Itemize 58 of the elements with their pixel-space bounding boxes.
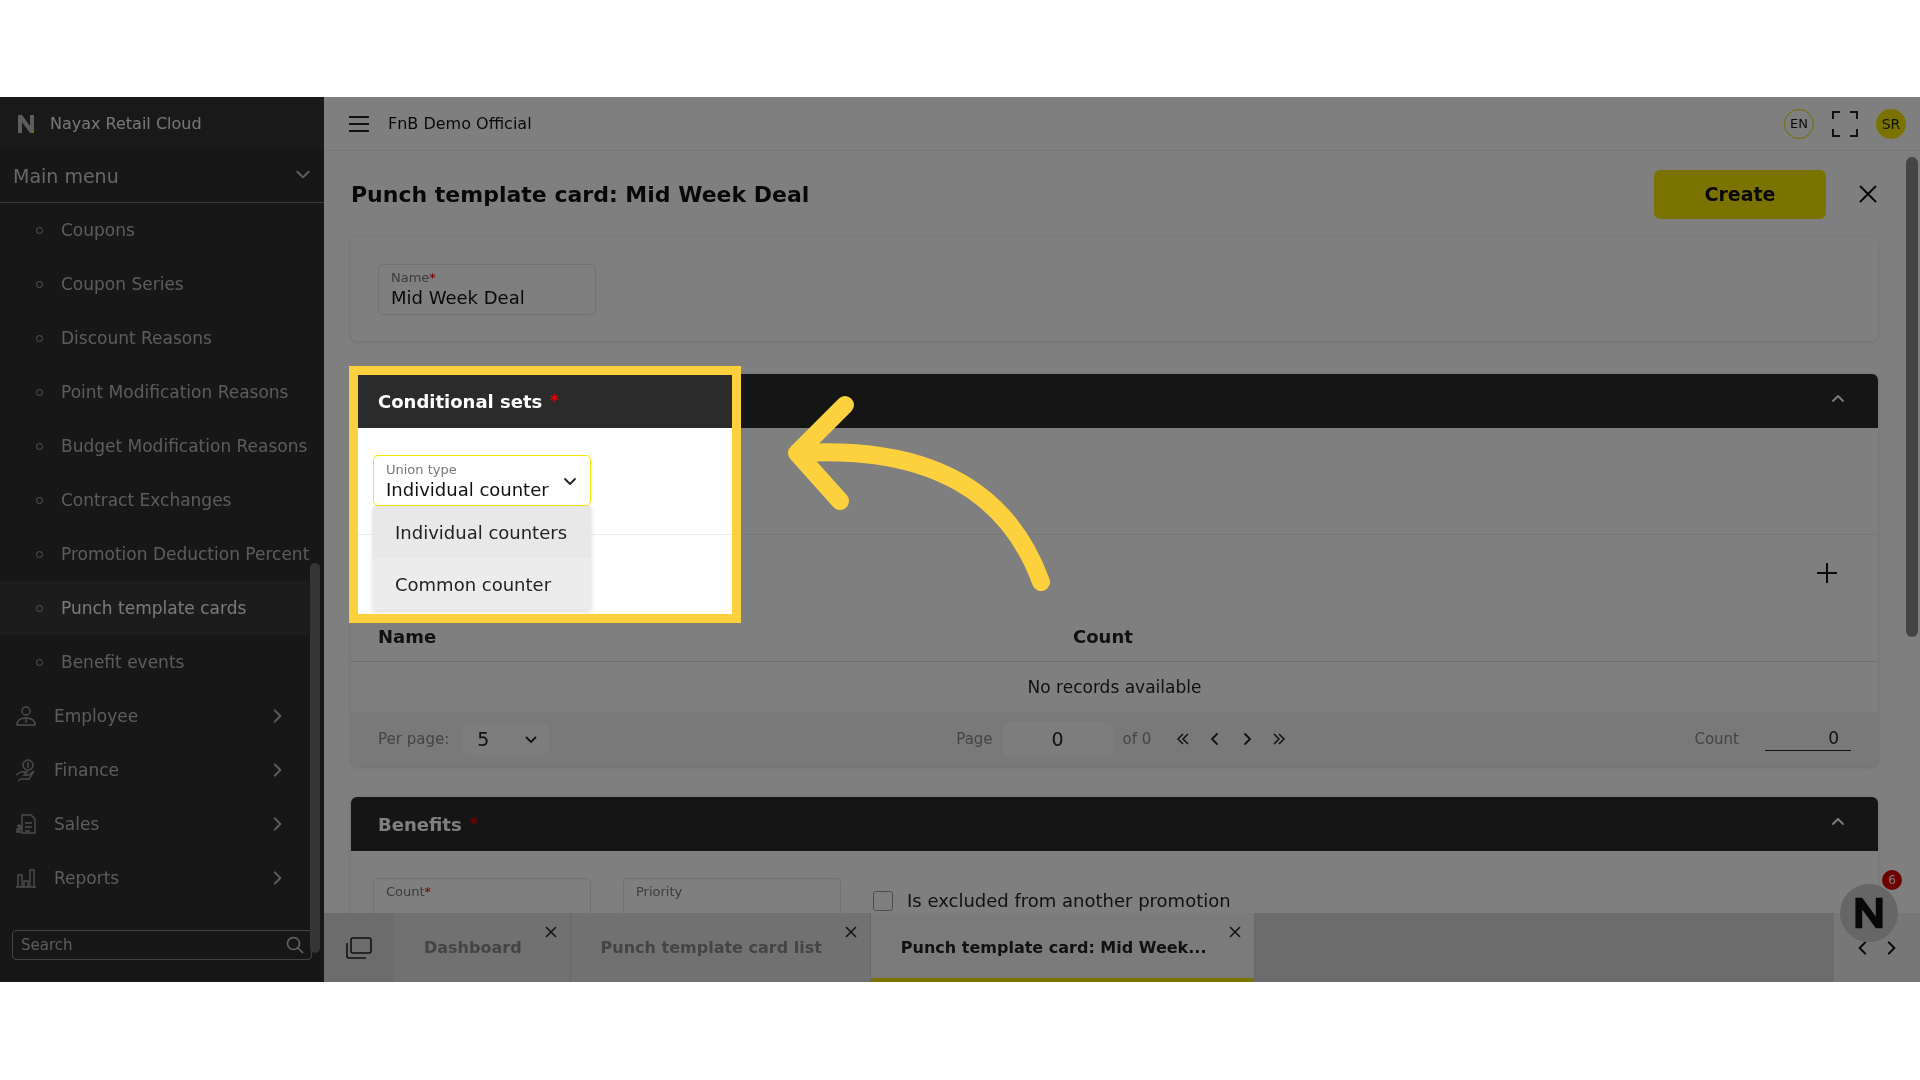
account-name: FnB Demo Official (388, 114, 533, 133)
section-title: Conditional sets * (378, 390, 559, 412)
fullscreen-icon[interactable] (1832, 110, 1858, 137)
union-type-dropdown[interactable]: Union type Individual counter (373, 455, 591, 506)
person-icon (14, 704, 38, 728)
empty-message: No records available (1026, 676, 1203, 699)
record-count-field[interactable]: 0 (1765, 727, 1851, 751)
group-label: Reports (54, 868, 121, 888)
notification-badge: 6 (1882, 870, 1902, 890)
menu-icon[interactable] (348, 114, 370, 133)
close-icon[interactable] (1228, 925, 1243, 939)
sidebar-group[interactable]: Finance (0, 743, 310, 797)
page-title: Punch template card: Mid Week Deal (351, 181, 810, 207)
logo-icon (1852, 896, 1886, 930)
sidebar-item[interactable]: Contract Exchanges (0, 473, 310, 527)
create-button[interactable]: Create (1654, 169, 1826, 219)
app-name: Nayax Retail Cloud (50, 114, 202, 133)
search-icon (286, 936, 304, 954)
checkbox[interactable] (873, 890, 893, 911)
sidebar-group[interactable]: Sales (0, 797, 310, 851)
column-header[interactable]: Count (1073, 625, 1133, 647)
section-title: Benefits * (378, 813, 478, 835)
add-icon[interactable] (1816, 562, 1838, 584)
bar-chart-icon (14, 866, 38, 890)
sidebar-item[interactable]: Coupons (0, 203, 310, 257)
sidebar-group[interactable]: Employee (0, 689, 310, 743)
logo-icon (16, 113, 36, 134)
sidebar-item[interactable]: Promotion Deduction Percent (0, 527, 310, 581)
sidebar-item[interactable]: Benefit events (0, 635, 310, 689)
sidebar-item[interactable]: Discount Reasons (0, 311, 310, 365)
sidebar-item[interactable]: Coupon Series (0, 257, 310, 311)
search-field[interactable]: Search (12, 930, 312, 960)
menu-section-title[interactable]: Main menu (13, 165, 119, 187)
sidebar-item[interactable]: Budget Modification Reasons (0, 419, 310, 473)
dropdown-option[interactable]: Common counter (373, 558, 591, 610)
per-page-select[interactable]: 5 (463, 723, 550, 755)
close-icon[interactable] (543, 925, 558, 939)
sidebar-item[interactable]: Punch template cards (0, 581, 310, 635)
receipt-icon (14, 812, 38, 836)
name-field[interactable]: Name* Mid Week Deal (378, 263, 596, 315)
user-avatar[interactable]: SR (1876, 108, 1906, 139)
group-label: Finance (54, 760, 121, 780)
dropdown-option[interactable]: Individual counters (373, 506, 591, 558)
last-page-icon[interactable] (1271, 731, 1288, 747)
windows-icon[interactable] (346, 936, 372, 959)
group-label: Sales (54, 814, 101, 834)
column-header[interactable]: Name (378, 625, 437, 647)
sidebar-group[interactable]: Reports (0, 851, 310, 905)
tab[interactable]: Punch template card: Mid Week... (870, 913, 1256, 982)
scrollbar[interactable] (1906, 157, 1918, 637)
group-label: Employee (54, 706, 140, 726)
checkbox-label: Is excluded from another promotion (907, 890, 1231, 911)
first-page-icon[interactable] (1175, 731, 1192, 747)
sidebar-item[interactable]: Point Modification Reasons (0, 365, 310, 419)
page-input[interactable]: 0 (1002, 722, 1113, 756)
close-icon[interactable] (843, 925, 858, 939)
scrollbar[interactable] (310, 563, 320, 953)
close-icon[interactable] (1858, 184, 1878, 204)
